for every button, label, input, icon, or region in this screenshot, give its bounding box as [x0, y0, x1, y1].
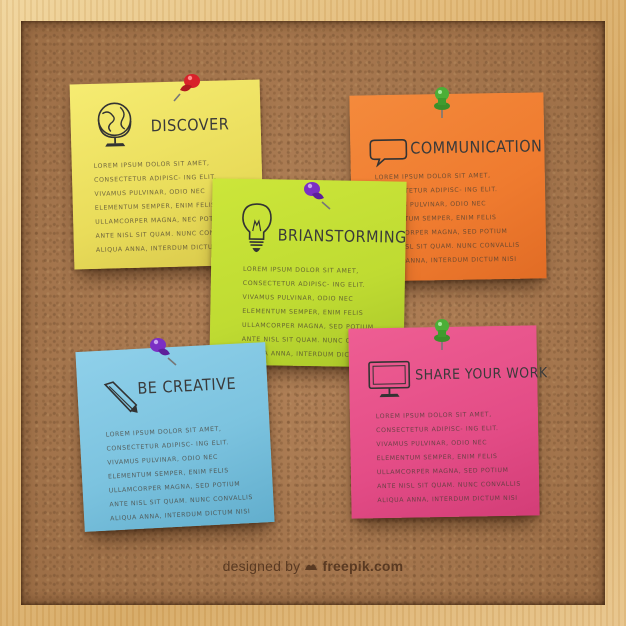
sticky-note-be-creative: BE CREATIVE LOREM IPSUM DOLOR SIT AMET, … [75, 342, 275, 532]
note-title: DISCOVER [150, 114, 230, 136]
green-pushpin-icon [434, 319, 450, 350]
light-bulb-icon [242, 203, 272, 253]
red-pushpin-icon [173, 74, 200, 102]
sticky-note-share-your-work: SHARE YOUR WORK LOREM IPSUM DOLOR SIT AM… [348, 325, 548, 519]
note-title: COMMUNICATION [410, 136, 543, 158]
purple-pushpin-icon [304, 182, 331, 210]
note-body: LOREM IPSUM DOLOR SIT AMET, CONSECTETUR … [375, 411, 521, 505]
speech-bubble-icon [369, 138, 408, 168]
pencil-icon [103, 381, 138, 413]
credit-brand: freepik.com [322, 558, 404, 574]
freepik-credit: designed by freepik.com [0, 558, 626, 574]
monitor-icon [368, 360, 411, 398]
note-title: BE CREATIVE [136, 373, 237, 398]
freepik-logo-icon [304, 558, 322, 574]
globe-icon [97, 102, 132, 147]
note-body: LOREM IPSUM DOLOR SIT AMET, CONSECTETUR … [105, 425, 254, 523]
credit-prefix: designed by [222, 558, 301, 574]
purple-pushpin-icon [150, 338, 177, 366]
note-title: BRIANSTORMING [277, 225, 407, 247]
green-pushpin-icon [434, 87, 450, 118]
note-title: SHARE YOUR WORK [415, 365, 548, 384]
